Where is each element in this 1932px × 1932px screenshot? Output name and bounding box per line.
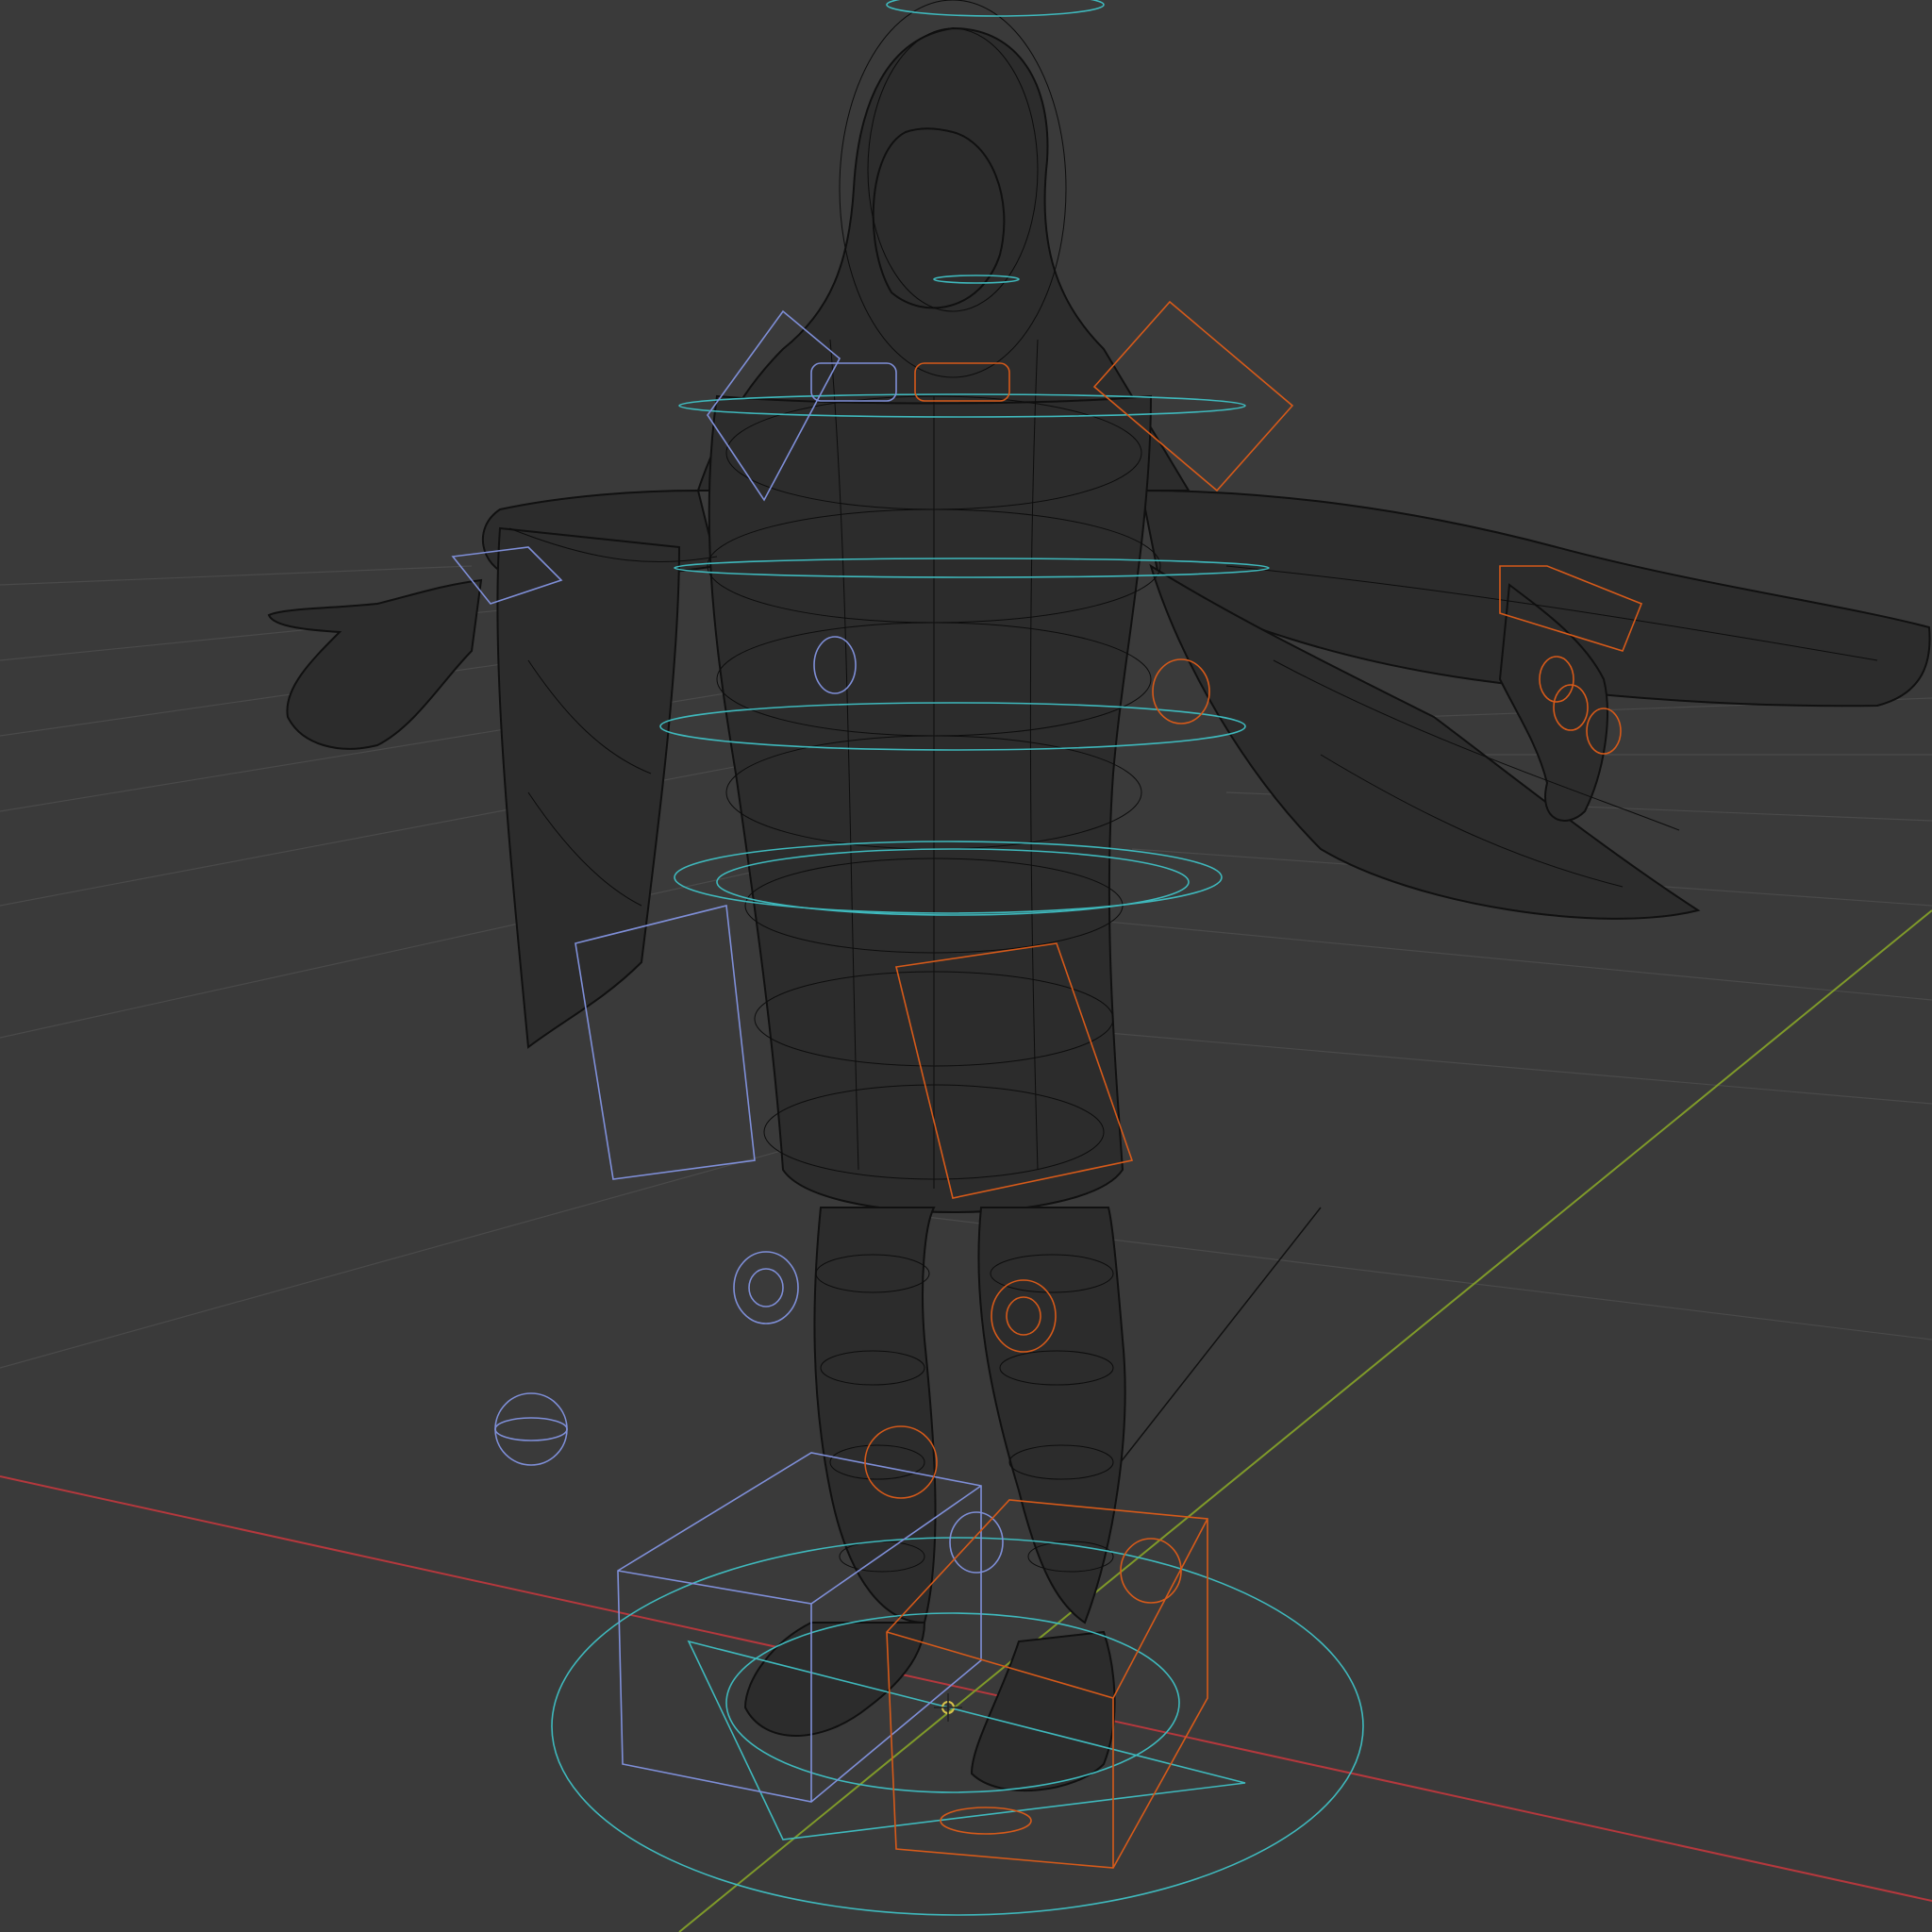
grid-line — [0, 744, 850, 907]
left-elbow-pole-control — [1152, 658, 1210, 724]
viewport-canvas[interactable] — [0, 0, 1932, 1932]
right-knee-pole-outer — [733, 1251, 799, 1324]
grid-line — [0, 1131, 850, 1369]
right-hanging-sleeve-mesh — [496, 526, 681, 1049]
relationship-line — [1112, 1207, 1322, 1473]
left-leg-mesh — [977, 1207, 1126, 1624]
robe-torso-mesh — [708, 394, 1153, 1213]
right-knee-pole-inner — [748, 1268, 784, 1307]
right-target-control — [494, 1392, 568, 1466]
left-toe-control — [940, 1807, 1032, 1835]
grid-line — [0, 565, 473, 586]
left-foot-mesh — [970, 1630, 1116, 1792]
grid-line — [1037, 914, 1932, 1001]
x-axis-line — [0, 1475, 1932, 1902]
right-target-ring — [494, 1417, 568, 1441]
3d-viewport[interactable] — [0, 0, 1932, 1932]
root-control — [551, 1537, 1364, 1916]
character-mesh[interactable] — [267, 0, 1931, 1792]
mesh-wires — [508, 0, 1878, 1573]
right-hand-mesh — [267, 578, 483, 750]
3d-cursor-icon — [934, 1693, 962, 1722]
right-heel-control — [949, 1511, 1004, 1574]
